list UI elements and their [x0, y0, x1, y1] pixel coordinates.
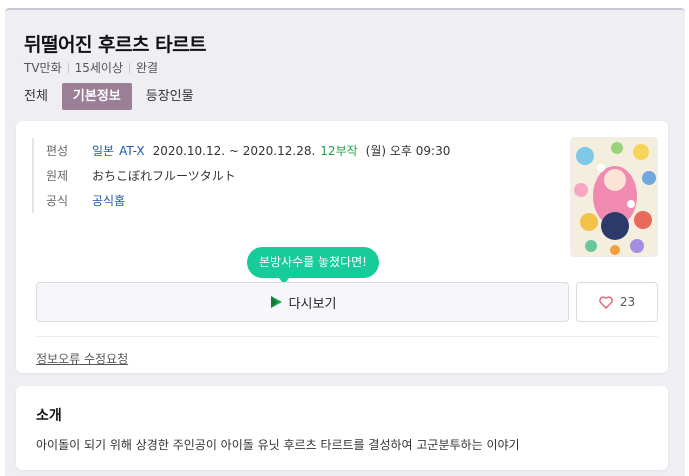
rewatch-button[interactable]: 다시보기 — [36, 282, 569, 322]
content-frame: 뒤떨어진 후르츠 타르트 TV만화 15세이상 완결 전체 기본정보 등장인물 … — [5, 8, 685, 476]
episode-count: 12부작 — [320, 144, 358, 158]
meta-status: 완결 — [136, 61, 159, 75]
like-button[interactable]: 23 — [576, 282, 658, 322]
intro-title: 소개 — [36, 408, 62, 424]
original-label: 원제 — [46, 169, 69, 183]
schedule-label: 편성 — [46, 144, 69, 158]
poster-art — [571, 138, 657, 256]
play-icon — [269, 295, 283, 309]
channel-link[interactable]: AT-X — [119, 144, 144, 158]
rewatch-label: 다시보기 — [288, 296, 337, 312]
tab-bar: 전체 기본정보 등장인물 — [24, 83, 208, 110]
info-row-schedule: 편성 일본 AT-X 2020.10.12. ~ 2020.12.28. 12부… — [46, 138, 450, 163]
info-card: 편성 일본 AT-X 2020.10.12. ~ 2020.12.28. 12부… — [16, 121, 668, 373]
air-time: (월) 오후 09:30 — [365, 144, 451, 158]
intro-text: 아이돌이 되기 위해 상경한 주인공이 아이돌 유닛 후르츠 타르트를 결성하여… — [36, 438, 520, 452]
meta-info: TV만화 15세이상 완결 — [24, 59, 158, 76]
heart-icon — [599, 295, 613, 309]
meta-separator — [67, 62, 69, 73]
page-title: 뒤떨어진 후르츠 타르트 — [24, 34, 207, 56]
info-row-official: 공식 공식홈 — [46, 188, 450, 213]
official-label: 공식 — [46, 194, 69, 208]
official-site-link[interactable]: 공식홈 — [92, 192, 125, 209]
rewatch-tooltip: 본방사수를 놓쳤다면! — [247, 247, 379, 284]
meta-genre: TV만화 — [24, 61, 62, 75]
country-link[interactable]: 일본 — [92, 142, 114, 159]
tab-characters[interactable]: 등장인물 — [146, 83, 194, 110]
tab-all[interactable]: 전체 — [24, 83, 48, 110]
original-title: おちこぼれフルーツタルト — [92, 169, 236, 183]
like-count: 23 — [619, 295, 636, 309]
broadcast-period: 2020.10.12. ~ 2020.12.28. — [152, 143, 316, 158]
info-list: 편성 일본 AT-X 2020.10.12. ~ 2020.12.28. 12부… — [32, 138, 450, 213]
report-error-link[interactable]: 정보오류 수정요청 — [36, 350, 128, 367]
intro-card: 소개 아이돌이 되기 위해 상경한 주인공이 아이돌 유닛 후르츠 타르트를 결… — [16, 386, 668, 470]
divider — [36, 336, 658, 337]
tab-basic-info[interactable]: 기본정보 — [61, 83, 132, 110]
poster-image[interactable] — [570, 137, 658, 257]
meta-separator — [129, 62, 131, 73]
meta-rating: 15세이상 — [74, 61, 124, 75]
info-row-original: 원제 おちこぼれフルーツタルト — [46, 163, 450, 188]
